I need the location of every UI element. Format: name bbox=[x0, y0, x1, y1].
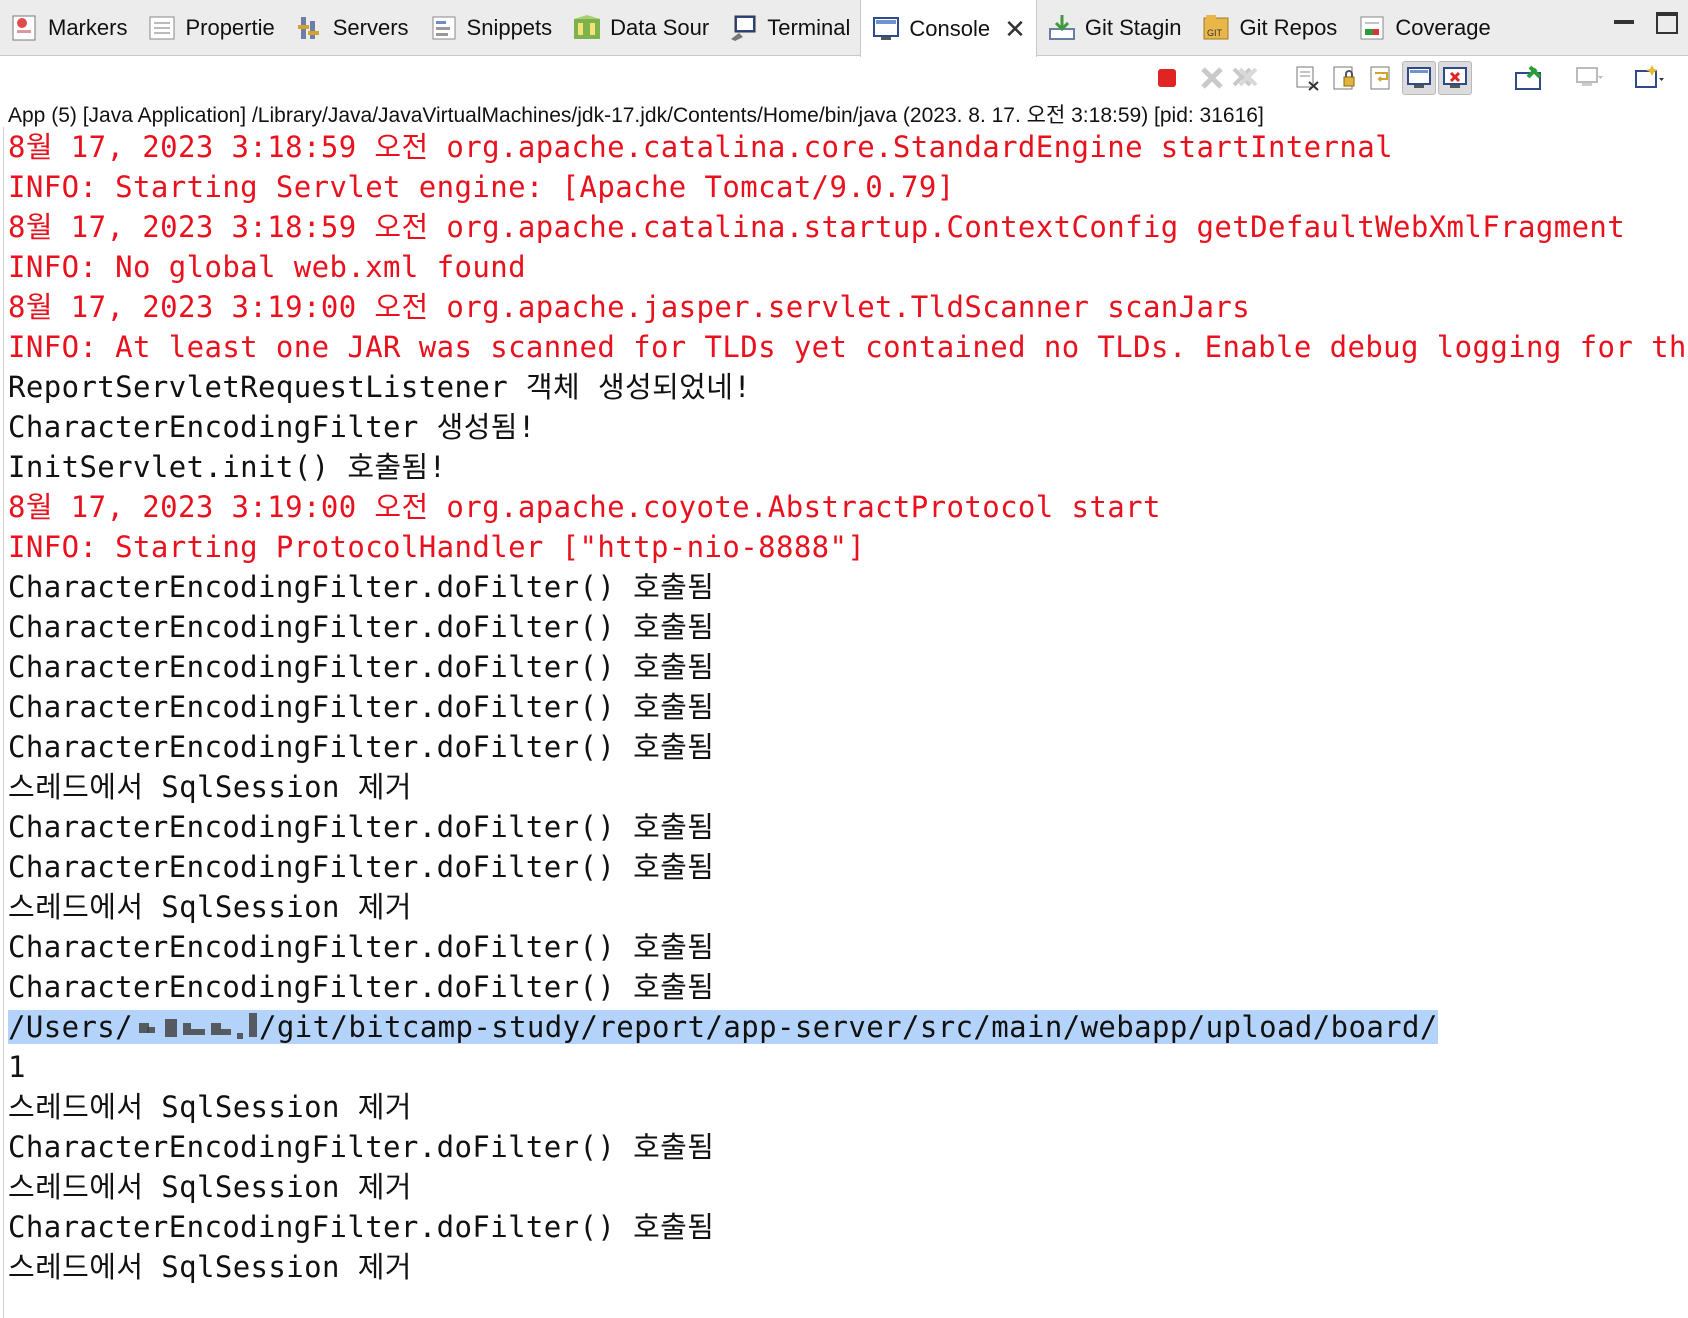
console-line-stdout: 스레드에서 SqlSession 제거 bbox=[8, 1170, 412, 1204]
tab-git-repos[interactable]: GIT Git Repos bbox=[1191, 0, 1347, 56]
tab-markers[interactable]: Markers bbox=[0, 0, 137, 56]
console-line-stdout: 스레드에서 SqlSession 제거 bbox=[8, 1090, 412, 1124]
open-console-icon[interactable] bbox=[1632, 61, 1666, 95]
data-source-icon bbox=[572, 13, 602, 43]
coverage-icon bbox=[1357, 13, 1387, 43]
tab-snippets[interactable]: Snippets bbox=[419, 0, 563, 56]
minimize-icon[interactable] bbox=[1614, 20, 1634, 24]
console-line-stdout: CharacterEncodingFilter.doFilter() 호출됨 bbox=[8, 570, 715, 604]
console-line-stderr: 8월 17, 2023 3:19:00 오전 org.apache.coyote… bbox=[8, 490, 1161, 524]
remove-launch-icon[interactable] bbox=[1195, 61, 1229, 95]
console-line-stderr: INFO: Starting Servlet engine: [Apache T… bbox=[8, 170, 955, 204]
tab-data-sour[interactable]: Data Sour bbox=[562, 0, 719, 56]
console-line-stdout: CharacterEncodingFilter.doFilter() 호출됨 bbox=[8, 610, 715, 644]
console-line-stdout: CharacterEncodingFilter.doFilter() 호출됨 bbox=[8, 1130, 715, 1164]
tab-label: Console bbox=[909, 15, 991, 41]
console-line-stdout: CharacterEncodingFilter.doFilter() 호출됨 bbox=[8, 810, 715, 844]
tab-servers[interactable]: Servers bbox=[285, 0, 419, 56]
pin-console-icon[interactable] bbox=[1512, 61, 1546, 95]
tab-label: Snippets bbox=[466, 15, 553, 40]
console-line-stdout: /Users/ /git/bitcamp-study/report/app-ser… bbox=[8, 1007, 1688, 1047]
svg-text:GIT: GIT bbox=[1207, 28, 1223, 38]
tab-label: Git Stagin bbox=[1084, 15, 1182, 40]
console-line-stdout: 스레드에서 SqlSession 제거 bbox=[8, 1250, 412, 1284]
console-line-stdout: 스레드에서 SqlSession 제거 bbox=[8, 890, 412, 924]
tab-git-stagin[interactable]: Git Stagin bbox=[1037, 0, 1192, 56]
tab-propertie[interactable]: Propertie bbox=[137, 0, 284, 56]
console-line-stdout: CharacterEncodingFilter.doFilter() 호출됨 bbox=[8, 930, 715, 964]
git-repos-icon: GIT bbox=[1201, 13, 1231, 43]
console-line-stdout: CharacterEncodingFilter.doFilter() 호출됨 bbox=[8, 650, 715, 684]
terminate-icon[interactable] bbox=[1150, 61, 1184, 95]
show-on-stderr-icon[interactable] bbox=[1438, 61, 1472, 95]
console-line-stdout: CharacterEncodingFilter.doFilter() 호출됨 bbox=[8, 1210, 715, 1244]
tab-label: Servers bbox=[332, 15, 409, 40]
console-line-stderr: 8월 17, 2023 3:19:00 오전 org.apache.jasper… bbox=[8, 290, 1251, 324]
scroll-lock-icon[interactable] bbox=[1327, 61, 1361, 95]
path-prefix: /Users/ bbox=[8, 1010, 134, 1044]
tab-label: Markers bbox=[48, 15, 128, 40]
redacted-username bbox=[133, 1013, 259, 1041]
tab-console[interactable]: Console ✕ bbox=[860, 0, 1037, 57]
tab-coverage[interactable]: Coverage bbox=[1347, 0, 1500, 56]
window-controls bbox=[1614, 8, 1678, 34]
console-line-stdout: CharacterEncodingFilter.doFilter() 호출됨 bbox=[8, 690, 715, 724]
maximize-icon[interactable] bbox=[1656, 12, 1678, 34]
display-selected-console-icon[interactable] bbox=[1572, 61, 1606, 95]
view-tab-bar: Markers Propertie Servers Snippets Data Sour… bbox=[0, 0, 1688, 57]
tab-label: Git Repos bbox=[1239, 15, 1338, 40]
remove-all-terminated-icon[interactable] bbox=[1228, 61, 1262, 95]
tab-label: Terminal bbox=[767, 15, 851, 40]
console-line-stderr: INFO: Starting ProtocolHandler ["http-ni… bbox=[8, 530, 866, 564]
console-line-stdout: ReportServletRequestListener 객체 생성되었네! bbox=[8, 370, 752, 404]
console-line-stdout: 스레드에서 SqlSession 제거 bbox=[8, 770, 412, 804]
console-line-stderr: INFO: No global web.xml found bbox=[8, 250, 526, 284]
tab-label: Coverage bbox=[1395, 15, 1491, 40]
tab-terminal[interactable]: Terminal bbox=[719, 0, 860, 56]
properties-icon bbox=[147, 13, 177, 43]
process-label: App (5) [Java Application] /Library/Java… bbox=[8, 104, 1264, 127]
console-line-stdout: CharacterEncodingFilter.doFilter() 호출됨 bbox=[8, 970, 715, 1004]
selected-text[interactable]: /Users/ /git/bitcamp-study/report/app-ser… bbox=[8, 1010, 1438, 1044]
console-line-stdout: InitServlet.init() 호출됨! bbox=[8, 450, 447, 484]
console-line-stderr: 8월 17, 2023 3:18:59 오전 org.apache.catali… bbox=[8, 130, 1393, 164]
console-line-stderr: 8월 17, 2023 3:18:59 오전 org.apache.catali… bbox=[8, 210, 1626, 244]
snippets-icon bbox=[429, 13, 459, 43]
markers-icon bbox=[10, 13, 40, 43]
console-line-stdout: CharacterEncodingFilter.doFilter() 호출됨 bbox=[8, 850, 715, 884]
show-on-stdout-icon[interactable] bbox=[1402, 61, 1436, 95]
console-icon bbox=[871, 14, 901, 44]
close-icon[interactable]: ✕ bbox=[1004, 16, 1026, 42]
path-suffix: /git/bitcamp-study/report/app-server/src… bbox=[259, 1010, 1438, 1044]
console-line-stderr: INFO: At least one JAR was scanned for T… bbox=[8, 330, 1688, 364]
clear-console-icon[interactable] bbox=[1290, 61, 1324, 95]
git-staging-icon bbox=[1047, 13, 1077, 43]
console-line-stdout: 1 bbox=[8, 1050, 26, 1084]
console-toolbar bbox=[0, 57, 1688, 99]
console-output[interactable]: 8월 17, 2023 3:18:59 오전 org.apache.catali… bbox=[8, 127, 1688, 1317]
tab-label: Data Sour bbox=[610, 15, 710, 40]
word-wrap-icon[interactable] bbox=[1364, 61, 1398, 95]
console-line-stdout: CharacterEncodingFilter.doFilter() 호출됨 bbox=[8, 730, 715, 764]
terminal-icon bbox=[729, 13, 759, 43]
console-line-stdout: CharacterEncodingFilter 생성됨! bbox=[8, 410, 536, 444]
divider bbox=[3, 127, 4, 1318]
tab-label: Propertie bbox=[185, 15, 275, 40]
servers-icon bbox=[295, 13, 325, 43]
